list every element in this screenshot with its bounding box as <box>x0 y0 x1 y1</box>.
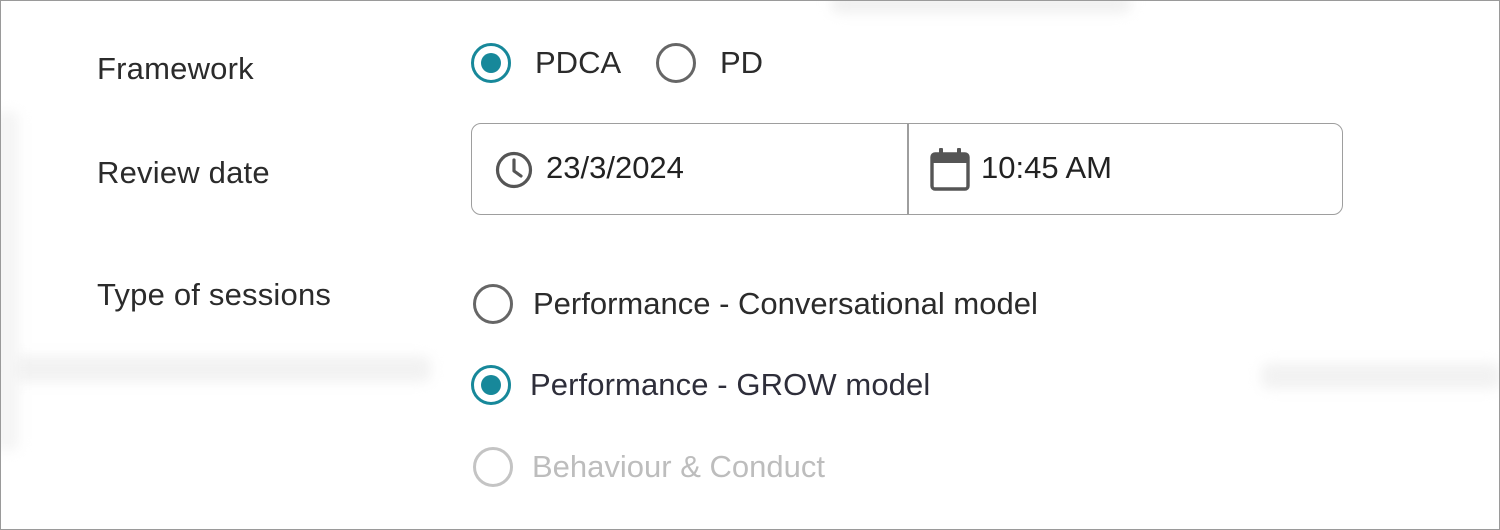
session-option-label: Performance - Conversational model <box>533 286 1038 321</box>
framework-option-label: PDCA <box>535 45 622 80</box>
radio-pd[interactable] <box>656 43 696 83</box>
session-option-label: Behaviour & Conduct <box>532 449 825 484</box>
review-date-label: Review date <box>97 155 270 190</box>
form-panel: Framework PDCA PD Review date 23/3/2024 <box>0 0 1500 530</box>
radio-conversational[interactable] <box>473 284 513 324</box>
clock-icon <box>494 150 534 195</box>
background-blur <box>1 111 19 451</box>
radio-pdca[interactable] <box>471 43 511 83</box>
calendar-icon <box>929 146 971 197</box>
framework-option-label: PD <box>720 45 764 80</box>
session-type-label: Type of sessions <box>97 277 332 312</box>
time-value: 10:45 AM <box>981 150 1112 185</box>
time-input[interactable]: 10:45 AM <box>909 124 1342 214</box>
radio-behaviour <box>473 447 513 487</box>
date-value: 23/3/2024 <box>546 150 684 185</box>
background-blur <box>1261 363 1499 389</box>
session-option-label: Performance - GROW model <box>530 367 931 402</box>
date-input[interactable]: 23/3/2024 <box>472 124 907 214</box>
radio-grow[interactable] <box>471 365 511 405</box>
framework-label: Framework <box>97 51 254 86</box>
background-blur <box>1 356 431 382</box>
background-blur <box>831 1 1131 13</box>
review-datetime-field: 23/3/2024 10:45 AM <box>471 123 1343 215</box>
